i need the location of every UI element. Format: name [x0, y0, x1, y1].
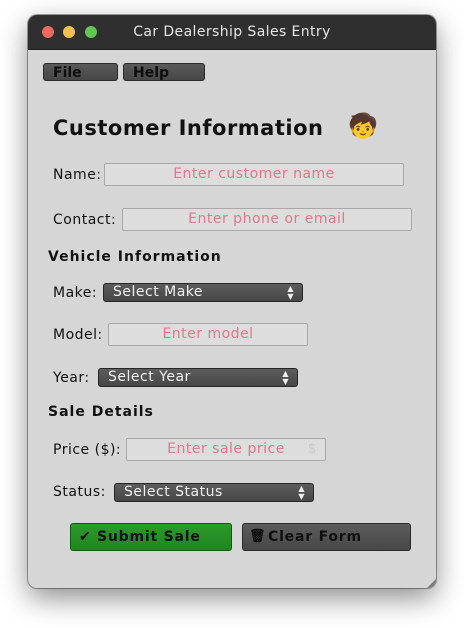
price-input[interactable]: Enter sale price $	[126, 438, 326, 461]
make-select[interactable]: Select Make ▲ ▼	[103, 283, 303, 302]
price-placeholder: Enter sale price	[167, 441, 285, 457]
updown-arrows-icon: ▲ ▼	[282, 368, 289, 386]
status-select[interactable]: Select Status ▲ ▼	[114, 483, 314, 502]
make-label: Make:	[53, 285, 98, 301]
app-window: Car Dealership Sales Entry File Help Cus…	[28, 15, 436, 588]
status-label: Status:	[53, 484, 106, 500]
year-select[interactable]: Select Year ▲ ▼	[98, 368, 298, 387]
avatar-icon: 🧒	[348, 112, 378, 140]
vehicle-info-heading: Vehicle Information	[48, 249, 222, 265]
trash-icon: 🗑	[249, 529, 267, 544]
title-bar[interactable]: Car Dealership Sales Entry	[28, 15, 436, 50]
model-label: Model:	[53, 327, 103, 343]
year-select-value: Select Year	[108, 369, 191, 385]
checkmark-icon: ✔	[79, 529, 92, 545]
file-menu-button[interactable]: File	[43, 63, 118, 81]
make-select-value: Select Make	[113, 284, 204, 300]
contact-input[interactable]: Enter phone or email	[122, 208, 412, 231]
model-input[interactable]: Enter model	[108, 323, 308, 346]
updown-arrows-icon: ▲ ▼	[287, 283, 294, 301]
year-label: Year:	[53, 370, 90, 386]
dollar-suffix: $	[307, 441, 317, 457]
help-menu-button[interactable]: Help	[123, 63, 205, 81]
name-label: Name:	[53, 167, 102, 183]
clear-form-label: Clear Form	[268, 529, 362, 545]
price-label: Price ($):	[53, 442, 122, 458]
updown-arrows-icon: ▲ ▼	[298, 483, 305, 501]
resize-grip[interactable]	[427, 579, 436, 588]
status-select-value: Select Status	[124, 484, 223, 500]
sale-details-heading: Sale Details	[48, 404, 154, 420]
contact-label: Contact:	[53, 212, 117, 228]
submit-sale-button[interactable]: ✔ Submit Sale	[70, 523, 232, 551]
submit-sale-label: Submit Sale	[97, 529, 201, 545]
name-input[interactable]: Enter customer name	[104, 163, 404, 186]
customer-info-heading: Customer Information	[53, 116, 324, 140]
clear-form-button[interactable]: 🗑 Clear Form	[242, 523, 411, 551]
window-title: Car Dealership Sales Entry	[133, 24, 331, 40]
